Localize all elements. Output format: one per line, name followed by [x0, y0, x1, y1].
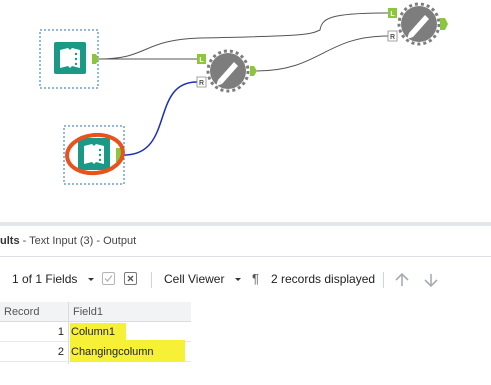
- results-title: ults: [0, 235, 20, 247]
- fields-selector-label: 1 of 1 Fields: [12, 272, 78, 286]
- table-row[interactable]: 2 Changingcolumn: [0, 340, 191, 362]
- join1-left-label: L: [199, 57, 204, 64]
- join2-left-label: L: [390, 11, 395, 18]
- canvas-svg: L R L R: [39, 2, 448, 185]
- column-header-record[interactable]: Record: [4, 302, 39, 322]
- record-cell: 2: [57, 346, 64, 358]
- chevron-down-icon: [234, 278, 241, 281]
- pilcrow-icon[interactable]: ¶: [252, 264, 259, 294]
- table-header: Record Field1: [0, 302, 191, 322]
- column-header-field1[interactable]: Field1: [73, 302, 103, 322]
- fields-selector[interactable]: 1 of 1 Fields: [12, 264, 95, 294]
- results-toolbar: 1 of 1 Fields Cell Viewer ¶ 2 records di…: [0, 264, 491, 294]
- toolbar-divider-2: [383, 272, 384, 288]
- field1-cell: Changingcolumn: [71, 346, 154, 358]
- cell-viewer-label: Cell Viewer: [164, 272, 225, 286]
- connection-join1-to-join2-right[interactable]: [255, 35, 389, 72]
- alteryx-designer: L R L R ults - Text Input (3) - Output 1…: [0, 0, 491, 385]
- arrow-up-icon[interactable]: [394, 264, 410, 294]
- join-tool-2[interactable]: L R: [387, 2, 448, 46]
- chevron-down-icon: [87, 278, 94, 281]
- checkmark-icon[interactable]: [102, 272, 115, 285]
- text-input-tool-1[interactable]: [39, 29, 99, 89]
- table-row[interactable]: 1 Column1: [0, 322, 191, 342]
- results-subtitle: - Text Input (3) - Output: [19, 235, 137, 247]
- arrow-down-icon[interactable]: [423, 264, 439, 294]
- field1-cell: Column1: [71, 326, 116, 338]
- connection-input2-to-join1-right[interactable]: [123, 81, 198, 156]
- join-tool-1[interactable]: L R: [196, 49, 257, 93]
- record-cell: 1: [57, 326, 64, 338]
- cell-viewer-dropdown[interactable]: Cell Viewer: [164, 264, 242, 294]
- records-displayed: 2 records displayed: [271, 272, 376, 286]
- workflow-canvas[interactable]: L R L R: [0, 0, 491, 222]
- toolbar-divider-1: [151, 272, 152, 288]
- results-header: ults - Text Input (3) - Output: [0, 226, 491, 256]
- join2-right-label: R: [390, 34, 395, 41]
- join1-right-label: R: [199, 80, 204, 87]
- connection-input1-to-join2-left[interactable]: [97, 12, 389, 60]
- x-box-icon[interactable]: [124, 272, 137, 285]
- header-divider: [0, 256, 491, 257]
